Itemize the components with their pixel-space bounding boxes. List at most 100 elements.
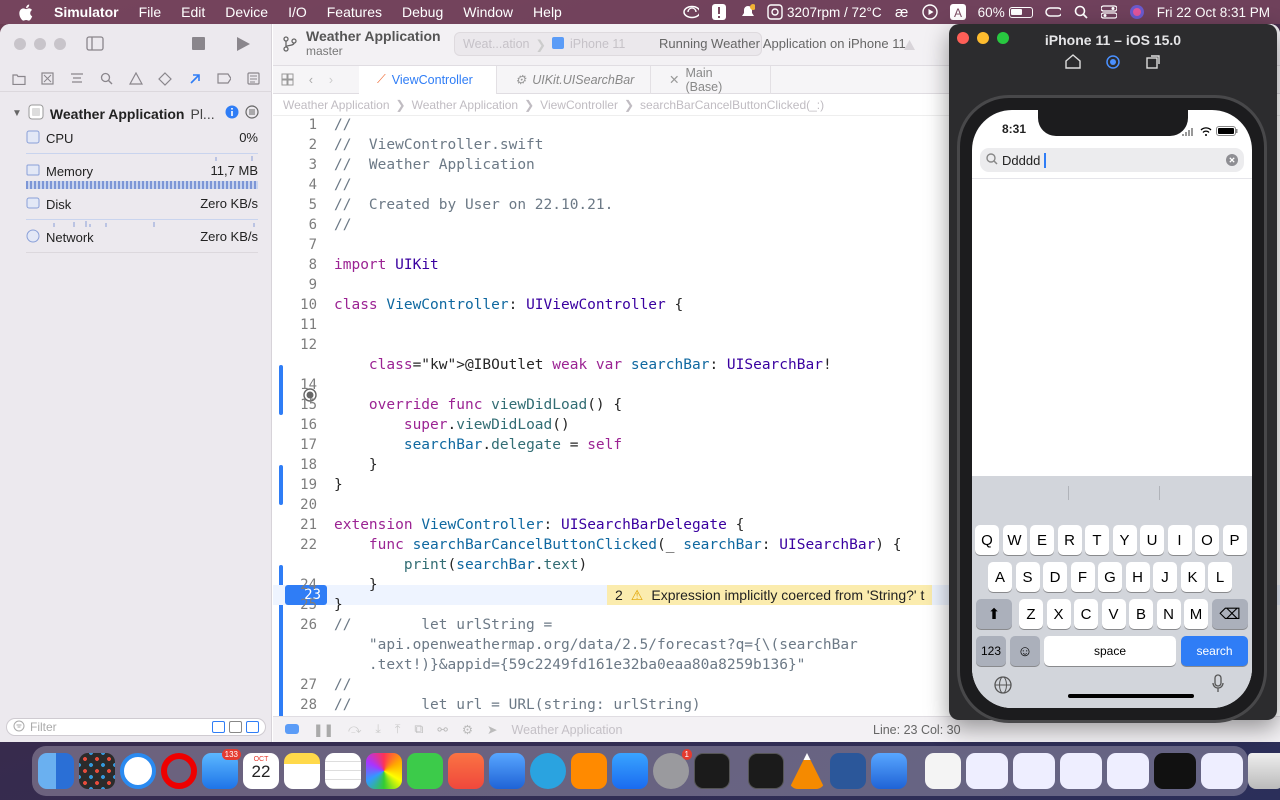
vlc-icon[interactable] — [789, 753, 825, 789]
launchpad-icon[interactable] — [79, 753, 115, 789]
tab-main-storyboard[interactable]: ✕ Main (Base) — [651, 65, 771, 94]
key-r[interactable]: R — [1057, 525, 1082, 555]
opera-icon[interactable] — [161, 753, 197, 789]
simulator-icon[interactable] — [871, 753, 907, 789]
scheme-selector[interactable]: Weat...ation — [463, 37, 529, 51]
terminal-icon[interactable] — [694, 753, 730, 789]
code-line[interactable]: "api.openweathermap.org/data/2.5/forecas… — [334, 637, 858, 653]
line-number[interactable]: 26 — [273, 617, 317, 633]
wifi-link-icon[interactable] — [1044, 4, 1061, 20]
space-key[interactable]: space — [1044, 636, 1176, 666]
location-icon[interactable]: ➤ — [487, 722, 497, 737]
emoji-key[interactable]: ☺ — [1010, 636, 1040, 666]
close-tab-icon[interactable]: ✕ — [669, 72, 679, 87]
line-number[interactable]: 17 — [273, 437, 317, 453]
search-icon[interactable] — [1073, 4, 1089, 20]
calendar-icon[interactable]: OCT 22 — [243, 753, 279, 789]
line-number[interactable]: 7 — [273, 237, 317, 253]
environment-icon[interactable]: ⚙ — [462, 722, 473, 737]
filter-toggle-1[interactable] — [212, 721, 225, 733]
code-line[interactable]: // Created by User on 22.10.21. — [334, 197, 613, 213]
app-store-icon[interactable] — [612, 753, 648, 789]
control-center-icon[interactable] — [1100, 4, 1117, 20]
fan-status[interactable]: 3207rpm / 72°C — [767, 4, 882, 20]
line-number[interactable]: 8 — [273, 257, 317, 273]
debug-icon[interactable] — [188, 72, 202, 86]
line-number[interactable]: 14 — [273, 377, 317, 393]
delete-key[interactable]: ⌫ — [1212, 599, 1248, 629]
telegram-icon[interactable] — [530, 753, 566, 789]
code-line[interactable]: // let urlString = — [334, 617, 552, 633]
line-number[interactable]: 15 — [273, 397, 317, 413]
code-line[interactable]: searchBar.delegate = self — [334, 437, 622, 453]
key-j[interactable]: J — [1153, 562, 1177, 592]
minimize-window-button[interactable] — [34, 38, 46, 50]
tab-uisearchbar[interactable]: ⚙ UIKit.UISearchBar — [497, 65, 651, 94]
grid-icon[interactable] — [273, 73, 301, 86]
line-number[interactable]: 21 — [273, 517, 317, 533]
key-q[interactable]: Q — [975, 525, 999, 555]
line-number[interactable]: 12 — [273, 337, 317, 353]
recent-file-3-icon[interactable] — [1060, 753, 1102, 789]
inline-warning[interactable]: 2 ⚠ Expression implicitly coerced from '… — [607, 585, 933, 605]
key-s[interactable]: S — [1015, 562, 1040, 592]
warning-triangle-icon[interactable] — [903, 38, 916, 56]
swift-playgrounds-icon[interactable] — [448, 753, 484, 789]
key-f[interactable]: F — [1070, 562, 1095, 592]
rotate-icon[interactable] — [1145, 54, 1161, 75]
code-line[interactable]: // Weather Application — [334, 157, 535, 173]
system-preferences-icon[interactable]: 1 — [653, 749, 692, 789]
disclosure-chevron-icon[interactable]: ▼ — [12, 108, 22, 119]
line-number[interactable]: 16 — [273, 417, 317, 433]
key-d[interactable]: D — [1043, 562, 1067, 592]
key-m[interactable]: M — [1184, 599, 1208, 629]
code-line[interactable]: import UIKit — [334, 257, 439, 273]
menu-help[interactable]: Help — [523, 0, 572, 24]
line-number[interactable]: 18 — [273, 457, 317, 473]
threads-icon[interactable] — [245, 105, 259, 122]
menu-io[interactable]: I/O — [278, 0, 317, 24]
filter-toggle-3[interactable] — [246, 721, 259, 733]
breadcrumb-project[interactable]: Weather Application — [283, 98, 390, 112]
key-p[interactable]: P — [1222, 525, 1247, 555]
zoom-window-button[interactable] — [54, 38, 66, 50]
mail-icon[interactable]: 133 — [202, 749, 241, 789]
finder-icon[interactable] — [38, 753, 74, 789]
clear-text-icon[interactable] — [1226, 154, 1238, 169]
sidebar-toggle-icon[interactable] — [86, 36, 104, 56]
menu-app-name[interactable]: Simulator — [44, 0, 129, 24]
xcode-icon[interactable] — [489, 753, 525, 789]
code-line[interactable]: } — [334, 597, 343, 613]
key-w[interactable]: W — [1002, 525, 1027, 555]
recent-file-6-icon[interactable] — [1201, 753, 1243, 789]
status-icon-1[interactable] — [683, 4, 699, 20]
search-key[interactable]: search — [1181, 636, 1248, 666]
stop-button[interactable] — [192, 37, 205, 55]
microphone-icon[interactable] — [1212, 674, 1224, 699]
recent-file-4-icon[interactable] — [1107, 753, 1149, 789]
tab-viewcontroller[interactable]: ⟋ ViewController — [359, 65, 497, 94]
key-y[interactable]: Y — [1112, 525, 1137, 555]
apple-menu-icon[interactable] — [18, 0, 34, 24]
activity-monitor-icon[interactable] — [748, 753, 784, 789]
console-toggle-icon[interactable] — [285, 723, 299, 737]
step-out-icon[interactable]: ⤒ — [395, 722, 401, 737]
code-line[interactable]: func searchBarCancelButtonClicked(_ sear… — [334, 537, 902, 553]
debug-gauge-network[interactable]: Network Zero KB/s — [26, 227, 258, 259]
source-control-icon[interactable] — [41, 72, 55, 86]
symbol-icon[interactable] — [70, 72, 84, 86]
code-line[interactable]: // ViewController.swift — [334, 137, 544, 153]
battery-status[interactable]: 60% — [978, 5, 1033, 20]
recent-file-5-icon[interactable] — [1154, 753, 1196, 789]
breakpoint-icon[interactable] — [217, 72, 231, 86]
key-a[interactable]: A — [988, 562, 1012, 592]
key-o[interactable]: O — [1195, 525, 1219, 555]
issue-icon[interactable] — [128, 72, 143, 86]
line-number[interactable]: 10 — [273, 297, 317, 313]
line-number[interactable]: 22 — [273, 537, 317, 553]
code-line[interactable]: // — [334, 677, 351, 693]
close-window-button[interactable] — [14, 38, 26, 50]
menu-debug[interactable]: Debug — [392, 0, 453, 24]
document-icon[interactable] — [925, 753, 961, 789]
messages-icon[interactable] — [407, 753, 443, 789]
